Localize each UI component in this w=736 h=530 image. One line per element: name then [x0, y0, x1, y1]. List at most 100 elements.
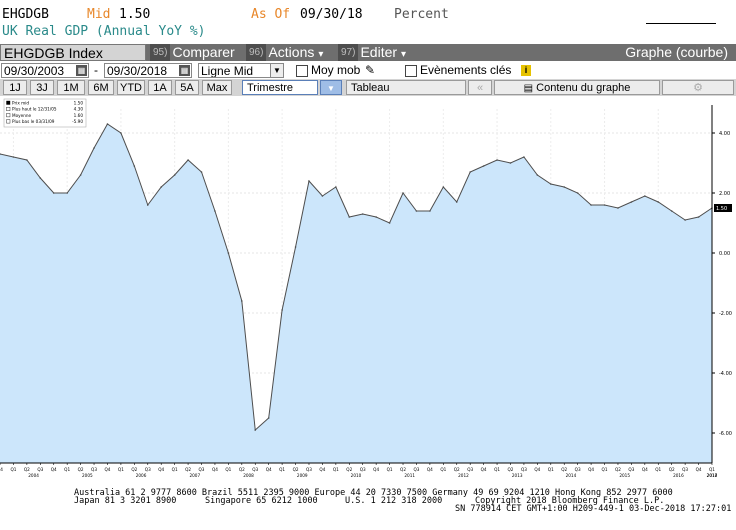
gdp-chart: 4.00 2.00 0.00 -2.00 -4.00 -6.00 1.50 Q4 Q1 Q2 Q3… [0, 97, 736, 483]
events-checkbox[interactable] [405, 65, 417, 77]
range-button-max[interactable]: Max [202, 80, 232, 95]
footer-line2c: U.S. 1 212 318 2000 [345, 496, 443, 506]
start-date-input[interactable]: 09/30/2003 ▦ [1, 63, 89, 78]
line-type-select[interactable]: Ligne Mid ▼ [198, 63, 284, 78]
x-quarter-label: Q2 [561, 467, 567, 472]
x-year-label: 2009 [297, 473, 308, 478]
data-point [12, 156, 15, 158]
data-point [657, 201, 660, 203]
x-quarter-label: Q2 [346, 467, 352, 472]
range-button-3j[interactable]: 3J [30, 80, 54, 95]
x-quarter-label: Q2 [239, 467, 245, 472]
y-tick-label: 0.00 [719, 251, 730, 257]
data-point [173, 174, 176, 176]
actions-button[interactable]: 96) Actions ▾ [246, 44, 323, 61]
x-quarter-label: Q4 [373, 467, 379, 472]
x-quarter-label: Q4 [212, 467, 218, 472]
data-point [375, 216, 377, 218]
x-quarter-label: Q1 [387, 467, 393, 472]
security-field[interactable]: EHGDGB Index [0, 44, 146, 61]
double-chevron-left-icon: « [476, 82, 484, 94]
x-quarter-label: Q3 [360, 467, 366, 472]
y-tick-label: -6.00 [719, 431, 732, 437]
info-icon[interactable]: i [521, 65, 531, 76]
options-row: 09/30/2003 ▦ - 09/30/2018 ▦ Ligne Mid ▼ … [0, 62, 736, 79]
data-point [563, 186, 566, 188]
y-tick-label: -2.00 [719, 311, 732, 317]
x-quarter-label: Q4 [158, 467, 164, 472]
end-date-input[interactable]: 09/30/2018 ▦ [104, 63, 192, 78]
data-point [590, 204, 592, 206]
end-date-value: 09/30/2018 [107, 64, 168, 78]
legend-value: 1.60 [74, 113, 84, 118]
data-point [26, 159, 28, 161]
legend-label: Plus bas le 03/31/09 [12, 119, 55, 124]
x-quarter-label: Q3 [682, 467, 688, 472]
x-quarter-label: Q2 [454, 467, 460, 472]
x-quarter-label: Q3 [413, 467, 419, 472]
data-point [388, 222, 391, 224]
x-quarter-label: Q2 [293, 467, 299, 472]
data-point [93, 147, 95, 149]
data-point [187, 159, 189, 161]
x-quarter-label: Q4 [427, 467, 433, 472]
legend-value: 1.50 [74, 101, 84, 106]
data-point [160, 186, 163, 188]
x-quarter-label: Q2 [24, 467, 30, 472]
compare-button[interactable]: 95) Comparer [150, 44, 235, 61]
footer: Australia 61 2 9777 8600 Brazil 5511 239… [0, 484, 736, 530]
data-point [684, 219, 686, 221]
x-quarter-label: Q1 [548, 467, 554, 472]
x-quarter-label: Q4 [696, 467, 702, 472]
security-label: EHGDGB Index [4, 45, 103, 61]
data-point [133, 165, 136, 167]
chart-content-button[interactable]: ▤ Contenu du graphe [494, 80, 660, 95]
x-quarter-label: Q4 [104, 467, 110, 472]
graph-type[interactable]: Graphe (courbe) [625, 44, 728, 61]
range-button-1j[interactable]: 1J [3, 80, 27, 95]
range-button-5a[interactable]: 5A [175, 80, 199, 95]
data-point [52, 192, 55, 194]
data-point [281, 309, 283, 311]
range-button-ytd[interactable]: YTD [117, 80, 145, 95]
x-quarter-label: Q3 [628, 467, 634, 472]
data-point [79, 174, 82, 176]
legend-swatch [6, 100, 11, 105]
x-year-label: 2018 [707, 473, 718, 478]
y-tick-label: -4.00 [719, 371, 732, 377]
description: UK Real GDP (Annual YoY %) [2, 24, 206, 39]
data-point [66, 192, 68, 194]
x-quarter-label: Q3 [575, 467, 581, 472]
period-select[interactable]: Trimestre [242, 80, 318, 95]
data-point [670, 210, 673, 212]
data-point [469, 171, 471, 173]
x-quarter-label: Q4 [481, 467, 487, 472]
range-button-1m[interactable]: 1M [57, 80, 85, 95]
x-quarter-label: Q3 [467, 467, 473, 472]
calendar-icon[interactable]: ▦ [179, 65, 190, 76]
data-point [482, 165, 485, 167]
scroll-left-button[interactable]: « [468, 80, 492, 95]
graph-type-label: Graphe (courbe) [625, 44, 728, 60]
period-dropdown[interactable]: ▼ [320, 80, 342, 95]
as-of-label: As Of [251, 7, 291, 22]
x-year-label: 2013 [512, 473, 523, 478]
chevron-down-icon[interactable]: ▼ [270, 64, 283, 77]
range-button-1a[interactable]: 1A [148, 80, 172, 95]
edit-button[interactable]: 97) Editer ▾ [338, 44, 406, 61]
table-button[interactable]: Tableau [346, 80, 466, 95]
pencil-icon[interactable]: ✎ [365, 63, 375, 77]
settings-button[interactable]: ⚙ [662, 80, 734, 95]
legend-label: Moyenne [12, 113, 32, 118]
last-value-label: 1.50 [716, 206, 727, 212]
data-point [120, 132, 122, 134]
x-quarter-label: Q1 [333, 467, 339, 472]
data-point [321, 195, 324, 197]
x-quarter-label: Q1 [440, 467, 446, 472]
data-point [402, 192, 404, 194]
calendar-icon[interactable]: ▦ [76, 65, 87, 76]
moving-avg-checkbox[interactable] [296, 65, 308, 77]
line-type-value: Ligne Mid [201, 64, 254, 78]
range-button-6m[interactable]: 6M [88, 80, 114, 95]
data-point [603, 204, 606, 206]
